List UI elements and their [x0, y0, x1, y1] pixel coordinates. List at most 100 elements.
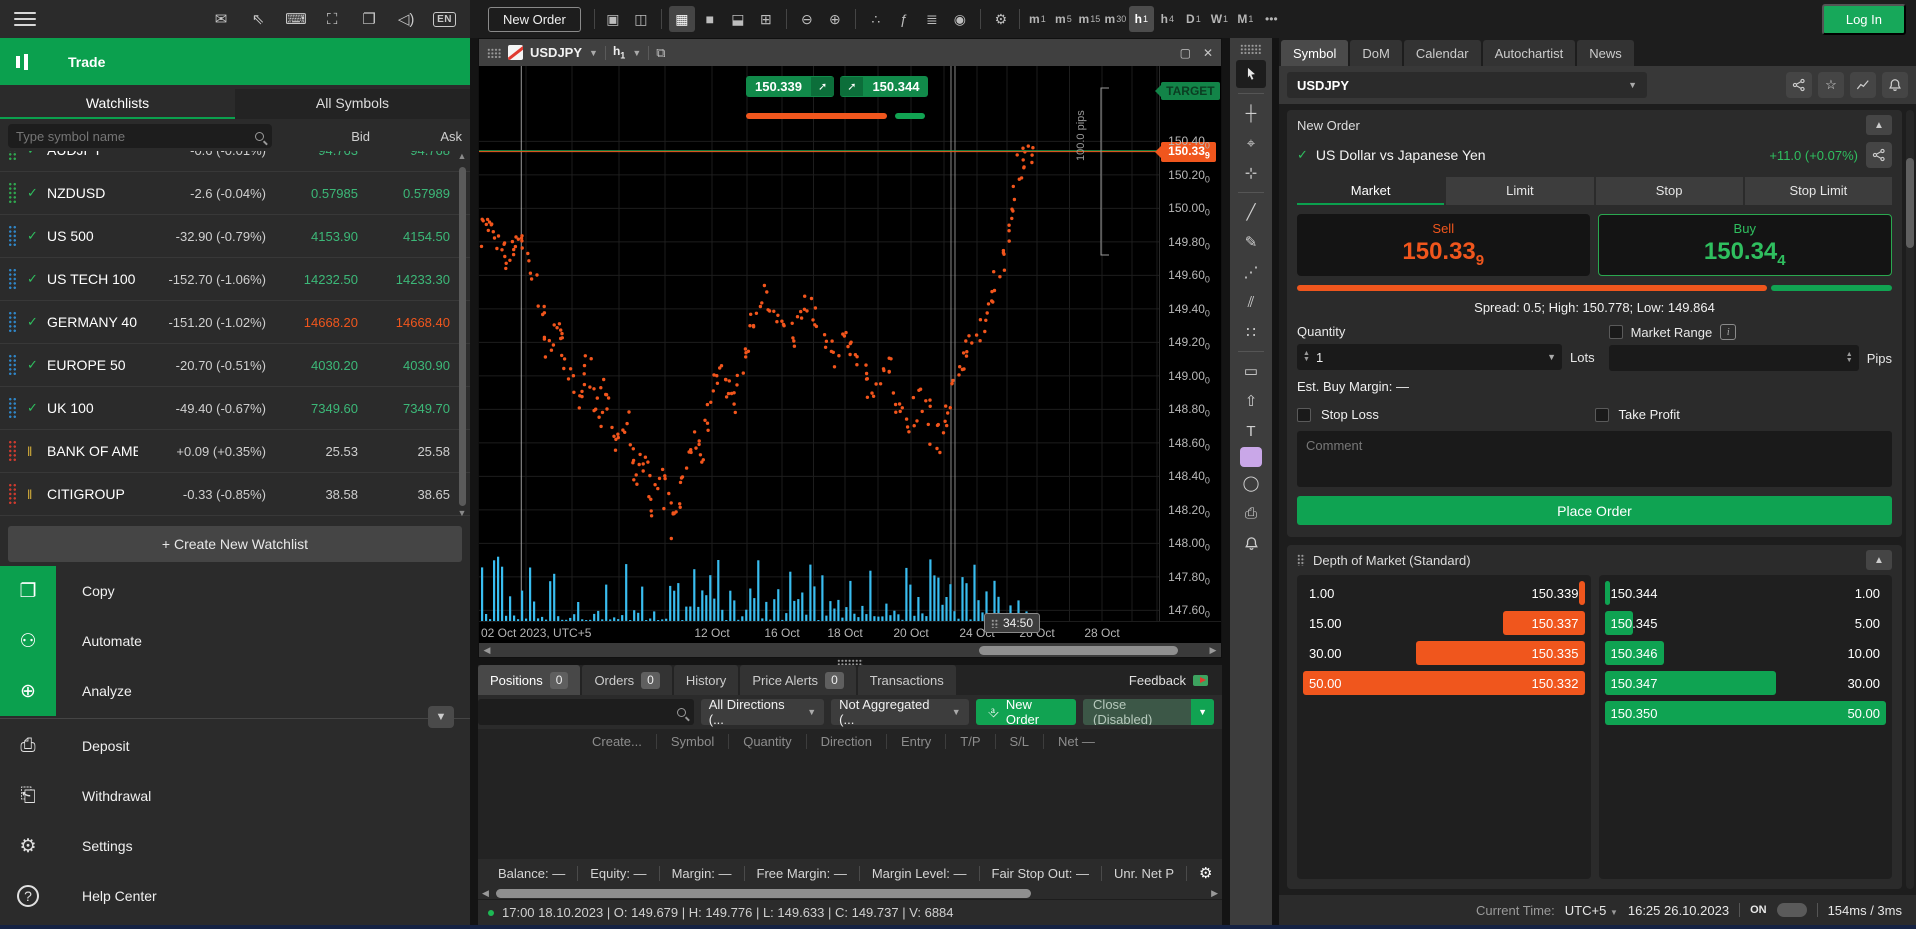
take-profit-checkbox[interactable] [1595, 408, 1609, 422]
crosshair-icon[interactable]: ┼ [1236, 99, 1266, 127]
scrollbar-thumb[interactable] [459, 167, 466, 506]
chevron-down-icon[interactable]: ▼ [632, 48, 641, 58]
log-in-button[interactable]: Log In [1822, 4, 1906, 35]
tab-symbol[interactable]: Symbol [1281, 40, 1348, 66]
close-icon[interactable]: ✕ [1203, 46, 1213, 60]
scrollbar-thumb[interactable] [496, 889, 1030, 898]
timezone-select[interactable]: UTC+5 ▼ [1565, 903, 1618, 918]
watchlist-bid[interactable]: 7349.60 [266, 401, 358, 416]
dom-ask-row[interactable]: 150.3441.00 [1605, 581, 1887, 605]
watchlist-ask[interactable]: 38.65 [358, 487, 450, 502]
timeframe-D1[interactable]: D1 [1181, 6, 1206, 32]
bell-icon[interactable] [1882, 72, 1908, 98]
split-layout-icon[interactable]: ⬓ [725, 6, 751, 32]
symbol-search-input[interactable] [16, 129, 255, 144]
collapse-icon[interactable]: ▲ [1866, 115, 1892, 135]
timeframe-h4[interactable]: h4 [1155, 6, 1180, 32]
timeframe-m30[interactable]: m30 [1103, 6, 1128, 32]
new-order-button-bottom[interactable]: ⎀ New Order [976, 699, 1076, 725]
market-range-pips-input[interactable]: ▲▼ [1609, 345, 1859, 371]
rectangle-icon[interactable]: ▭ [1236, 357, 1266, 385]
watchlist-ask[interactable]: 25.58 [358, 444, 450, 459]
chart-horizontal-scrollbar[interactable]: ◀ ▶ [479, 643, 1221, 657]
drag-handle-icon[interactable] [8, 483, 17, 505]
watchlist-ask[interactable]: 14233.30 [358, 272, 450, 287]
feedback-button[interactable]: Feedback [1123, 665, 1214, 695]
dom-ask-row[interactable]: 150.35050.00 [1605, 701, 1887, 725]
watchlist-row[interactable]: ✓AUDJPY-0.6 (-0.01%)94.76394.768 [0, 151, 470, 172]
order-type-limit[interactable]: Limit [1446, 177, 1593, 205]
target-badge[interactable]: TARGET [1161, 82, 1219, 100]
drag-handle-icon[interactable] [8, 225, 17, 247]
watchlist-bid[interactable]: 38.58 [266, 487, 358, 502]
right-panel-scrollbar[interactable] [1906, 110, 1914, 889]
mail-icon[interactable]: ✉ [211, 10, 231, 28]
dom-bid-row[interactable]: 30.00150.335 [1303, 641, 1585, 665]
comment-field[interactable] [1297, 431, 1892, 487]
keyboard-icon[interactable]: ⌨ [285, 10, 305, 28]
tab-history[interactable]: History [674, 665, 738, 695]
watchlist-ask[interactable]: 14668.40 [358, 315, 450, 330]
tab-price-alerts[interactable]: Price Alerts0 [740, 665, 855, 695]
scroll-down-icon[interactable]: ▼ [458, 508, 467, 522]
order-type-stop[interactable]: Stop [1596, 177, 1743, 205]
text-tool-icon[interactable]: T [1236, 417, 1266, 445]
timeframe-more[interactable]: ••• [1259, 6, 1284, 32]
crosshair-box-icon[interactable]: ⊹ [1236, 159, 1266, 187]
price-axis[interactable]: TARGET 150.339 150.400150.200150.000149.… [1159, 66, 1221, 621]
watchlist-bid[interactable]: 14668.20 [266, 315, 358, 330]
chart-plot-area[interactable]: 150.339➚ ➚150.344 100.0 pips [479, 66, 1159, 624]
dom-drag-handle-icon[interactable] [1297, 554, 1305, 566]
star-icon[interactable]: ☆ [1818, 72, 1844, 98]
popout-chart-icon[interactable]: ⧉ [656, 45, 665, 61]
watchlist-bid[interactable]: 94.763 [266, 151, 358, 158]
trade-header[interactable]: Trade [0, 38, 470, 85]
dom-ask-row[interactable]: 150.34610.00 [1605, 641, 1887, 665]
language-badge[interactable]: EN [433, 12, 456, 27]
dom-ask-row[interactable]: 150.34730.00 [1605, 671, 1887, 695]
chart-drag-handle-icon[interactable] [487, 48, 501, 58]
order-type-stop-limit[interactable]: Stop Limit [1745, 177, 1892, 205]
cursor-click-icon[interactable]: ⇖ [248, 10, 268, 28]
buy-price-chip[interactable]: ➚150.344 [840, 76, 928, 97]
place-order-button[interactable]: Place Order [1297, 496, 1892, 525]
single-chart-icon[interactable]: ■ [697, 6, 723, 32]
watchlist-ask[interactable]: 4154.50 [358, 229, 450, 244]
watchlist-bid[interactable]: 4030.20 [266, 358, 358, 373]
share-icon[interactable] [1866, 142, 1892, 168]
fib-expansion-icon[interactable]: ⋰ [1236, 258, 1266, 286]
zoom-in-icon[interactable]: ⊕ [822, 6, 848, 32]
drag-handle-icon[interactable] [8, 182, 17, 204]
parallel-lines-icon[interactable]: ⫽ [1236, 288, 1266, 316]
dom-ask-row[interactable]: 150.3455.00 [1605, 611, 1887, 635]
chart-symbol-label[interactable]: USDJPY [530, 45, 582, 60]
time-axis[interactable]: 34:50 02 Oct 2023, UTC+512 Oct16 Oct18 O… [479, 621, 1221, 643]
indicators-icon[interactable]: ƒ [891, 6, 917, 32]
screens-icon[interactable]: ▣ [600, 6, 626, 32]
hamburger-menu-icon[interactable] [14, 8, 36, 30]
menu-item-settings[interactable]: ⚙Settings [0, 821, 470, 871]
pointer-icon[interactable] [1236, 60, 1266, 88]
aggregation-filter-dropdown[interactable]: Not Aggregated (...▼ [831, 699, 969, 725]
positions-search-input[interactable] [486, 705, 677, 720]
tab-calendar[interactable]: Calendar [1404, 40, 1481, 66]
bar-countdown-badge[interactable]: 34:50 [984, 613, 1040, 633]
watchlist-scrollbar[interactable]: ▲ ▼ [456, 151, 468, 522]
volume-icon[interactable]: ◁) [396, 10, 416, 28]
camera-icon[interactable]: ⎙ [1236, 499, 1266, 527]
timeframe-h1[interactable]: h1 [1129, 6, 1154, 32]
maximize-icon[interactable]: ▢ [1180, 46, 1191, 60]
status-toggle[interactable] [1777, 903, 1807, 917]
watchlist-bid[interactable]: 25.53 [266, 444, 358, 459]
watchlist-ask[interactable]: 94.768 [358, 151, 450, 158]
chevron-down-icon[interactable]: ▼ [1191, 699, 1214, 725]
drag-handle-icon[interactable] [8, 354, 17, 376]
new-order-button[interactable]: New Order [488, 7, 581, 32]
summary-scrollbar[interactable]: ◀ ▶ [478, 887, 1222, 899]
drag-handle-icon[interactable] [8, 397, 17, 419]
chart-timeframe-label[interactable]: h1 [613, 44, 625, 60]
watchlist-row[interactable]: ✓UK 100-49.40 (-0.67%)7349.607349.70 [0, 387, 470, 430]
create-watchlist-button[interactable]: + Create New Watchlist [8, 526, 462, 562]
scrollbar-thumb[interactable] [1906, 158, 1914, 248]
freehand-icon[interactable]: ✎ [1236, 228, 1266, 256]
